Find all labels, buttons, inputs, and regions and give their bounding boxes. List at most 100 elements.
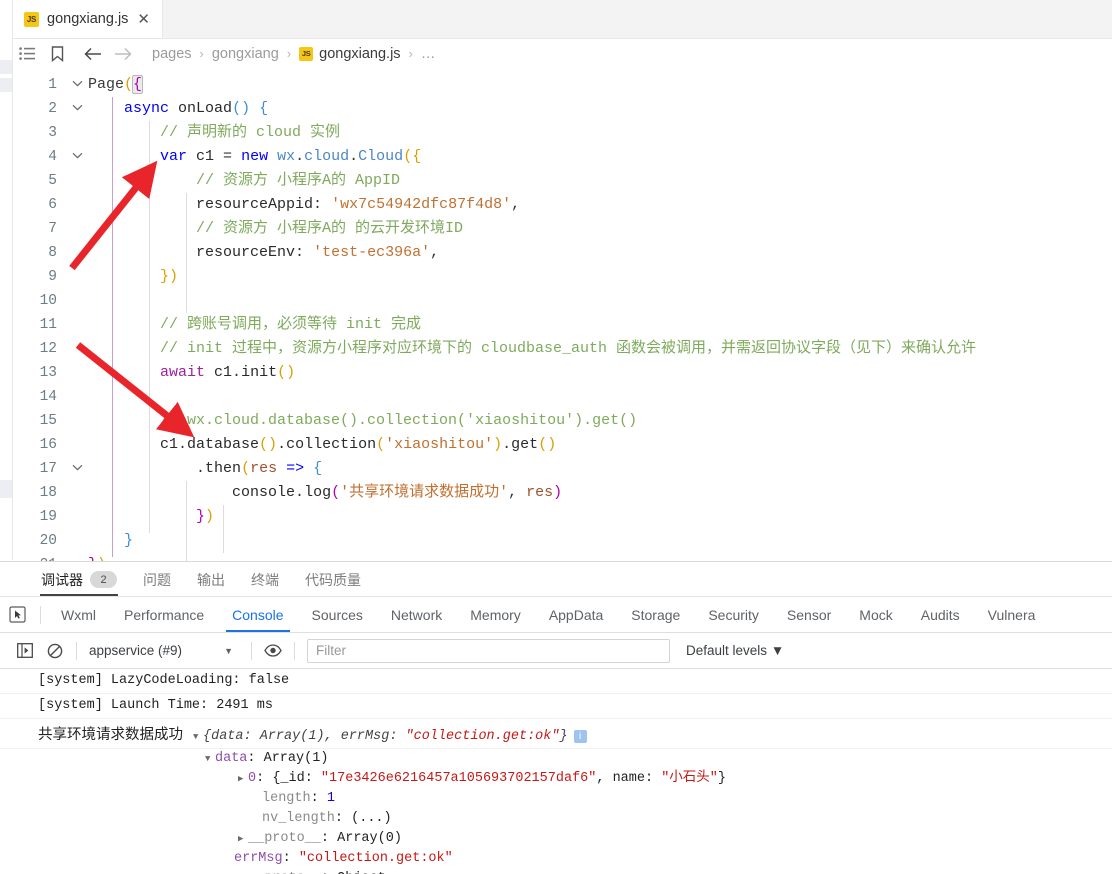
code-token: // init 过程中，资源方小程序对应环境下的 cloudbase_auth …	[88, 340, 977, 357]
code-line[interactable]: await c1.init()	[88, 361, 1112, 385]
expand-triangle-icon[interactable]: ▶	[238, 769, 248, 789]
code-line[interactable]	[88, 385, 1112, 409]
panel-tab-vulnera[interactable]: Vulnera	[974, 597, 1050, 632]
panel-tab-appdata[interactable]: AppData	[535, 597, 617, 632]
bookmark-icon[interactable]	[42, 41, 72, 67]
code-token: ()	[277, 364, 296, 381]
panel-tab-network[interactable]: Network	[377, 597, 456, 632]
console-log-levels-select[interactable]: Default levels ▼	[676, 643, 794, 658]
code-line[interactable]: // 资源方 小程序A的 AppID	[88, 169, 1112, 193]
panel-tab-memory[interactable]: Memory	[456, 597, 535, 632]
code-line[interactable]: Page({	[88, 73, 1112, 97]
breadcrumb-item-gongxiang[interactable]: gongxiang	[210, 46, 281, 62]
code-token: resourceAppid	[88, 196, 314, 213]
inspect-element-icon[interactable]	[0, 597, 34, 632]
forward-arrow-icon[interactable]	[108, 41, 138, 67]
console-object-row[interactable]: errMsg: "collection.get:ok"	[0, 849, 1112, 869]
panel-tab-storage[interactable]: Storage	[617, 597, 694, 632]
code-line[interactable]: .then(res => {	[88, 457, 1112, 481]
close-icon[interactable]: ✕	[136, 12, 151, 27]
code-content[interactable]: Page({ async onLoad() { // 声明新的 cloud 实例…	[88, 68, 1112, 561]
code-line[interactable]: // 资源方 小程序A的 的云开发环境ID	[88, 217, 1112, 241]
fold-chevron-icon[interactable]	[66, 145, 88, 169]
code-token: c1	[205, 364, 233, 381]
code-area[interactable]: 123456789101112131415161718192021 Page({…	[12, 68, 1112, 561]
code-line[interactable]: // 跨账号调用，必须等待 init 完成	[88, 313, 1112, 337]
fold-chevron-icon[interactable]	[66, 457, 88, 481]
devtools-tab-问题[interactable]: 问题	[130, 563, 184, 596]
code-token: ,	[508, 484, 527, 501]
code-line[interactable]: })	[88, 505, 1112, 529]
code-line[interactable]: })	[88, 553, 1112, 561]
code-editor[interactable]: 123456789101112131415161718192021 Page({…	[0, 68, 1112, 561]
panel-tab-sources[interactable]: Sources	[298, 597, 377, 632]
fold-chevron-icon[interactable]	[66, 97, 88, 121]
console-message[interactable]: [system] Launch Time: 2491 ms	[0, 694, 1112, 719]
panel-tab-performance[interactable]: Performance	[110, 597, 218, 632]
editor-overview-ruler[interactable]	[0, 0, 13, 560]
code-line[interactable]: console.log('共享环境请求数据成功', res)	[88, 481, 1112, 505]
console-object-row[interactable]: ▶__proto__: Object	[0, 869, 1112, 874]
console-output[interactable]: [system] LazyCodeLoading: false [system] …	[0, 669, 1112, 874]
line-number: 11	[39, 317, 57, 333]
devtools-tab-终端[interactable]: 终端	[238, 563, 292, 596]
clear-console-icon[interactable]	[40, 636, 70, 666]
console-filter-input[interactable]: Filter	[307, 638, 670, 663]
console-object-key: data	[215, 751, 248, 766]
info-icon[interactable]: i	[573, 730, 587, 743]
console-object-row[interactable]: nv_length: (...)	[0, 809, 1112, 829]
devtools-tab-代码质量[interactable]: 代码质量	[292, 563, 374, 596]
console-object-row[interactable]: length: 1	[0, 789, 1112, 809]
expand-triangle-icon[interactable]: ▶	[238, 829, 248, 849]
line-number: 9	[48, 269, 57, 285]
code-line[interactable]: })	[88, 265, 1112, 289]
code-token: async	[124, 100, 170, 117]
code-line[interactable]: // wx.cloud.database().collection('xiaos…	[88, 409, 1112, 433]
breadcrumb-item-pages[interactable]: pages	[150, 46, 194, 62]
panel-tab-mock[interactable]: Mock	[845, 597, 906, 632]
expand-triangle-icon[interactable]: ▼	[205, 749, 215, 769]
code-line[interactable]	[88, 289, 1112, 313]
code-token: .	[295, 484, 305, 501]
live-expression-icon[interactable]	[258, 636, 288, 666]
console-log-group[interactable]: 共享环境请求数据成功 ▼ {data: Array(1), errMsg: "col…	[0, 719, 1112, 749]
breadcrumb-item-gongxiang-js[interactable]: JS gongxiang.js	[297, 46, 402, 62]
code-token: get	[511, 436, 539, 453]
expand-triangle-icon[interactable]: ▶	[238, 869, 248, 874]
code-line[interactable]: c1.database().collection('xiaoshitou').g…	[88, 433, 1112, 457]
panel-tab-wxml[interactable]: Wxml	[47, 597, 110, 632]
list-icon[interactable]	[12, 41, 42, 67]
console-message[interactable]: [system] LazyCodeLoading: false	[0, 669, 1112, 694]
line-number: 14	[39, 389, 57, 405]
console-object-row[interactable]: ▼ data: Array(1)	[0, 749, 1112, 769]
expand-triangle-icon[interactable]: ▼	[193, 732, 203, 742]
code-line[interactable]: resourceEnv: 'test-ec396a',	[88, 241, 1112, 265]
panel-tab-sensor[interactable]: Sensor	[773, 597, 845, 632]
devtools-tab-debugger[interactable]: 调试器 2	[28, 563, 130, 596]
code-token: init	[241, 364, 278, 381]
devtools-tab-输出[interactable]: 输出	[184, 563, 238, 596]
code-line[interactable]: }	[88, 529, 1112, 553]
code-line[interactable]: var c1 = new wx.cloud.Cloud({	[88, 145, 1112, 169]
tabstrip-empty-area	[163, 0, 1112, 38]
panel-tab-security[interactable]: Security	[694, 597, 773, 632]
editor-tab-gongxiang-js[interactable]: JS gongxiang.js ✕	[12, 0, 163, 38]
code-line[interactable]: async onLoad() {	[88, 97, 1112, 121]
console-context-select[interactable]: appservice (#9) ▼	[83, 643, 245, 658]
code-line[interactable]: resourceAppid: 'wx7c54942dfc87f4d8',	[88, 193, 1112, 217]
panel-tab-console[interactable]: Console	[218, 597, 297, 632]
code-token: // 跨账号调用，必须等待 init 完成	[88, 316, 422, 333]
back-arrow-icon[interactable]	[78, 41, 108, 67]
breadcrumb-item-more[interactable]: …	[419, 46, 438, 62]
console-object-row[interactable]: ▶ __proto__: Array(0)	[0, 829, 1112, 849]
fold-chevron-icon[interactable]	[66, 73, 88, 97]
fold-control-column[interactable]	[66, 68, 88, 561]
console-sidebar-icon[interactable]	[10, 636, 40, 666]
code-line[interactable]: // 声明新的 cloud 实例	[88, 121, 1112, 145]
panel-tab-audits[interactable]: Audits	[907, 597, 974, 632]
code-line[interactable]: // init 过程中，资源方小程序对应环境下的 cloudbase_auth …	[88, 337, 1112, 361]
console-object-row[interactable]: ▶ 0: {_id: "17e3426e6216457a105693702157d…	[0, 769, 1112, 789]
